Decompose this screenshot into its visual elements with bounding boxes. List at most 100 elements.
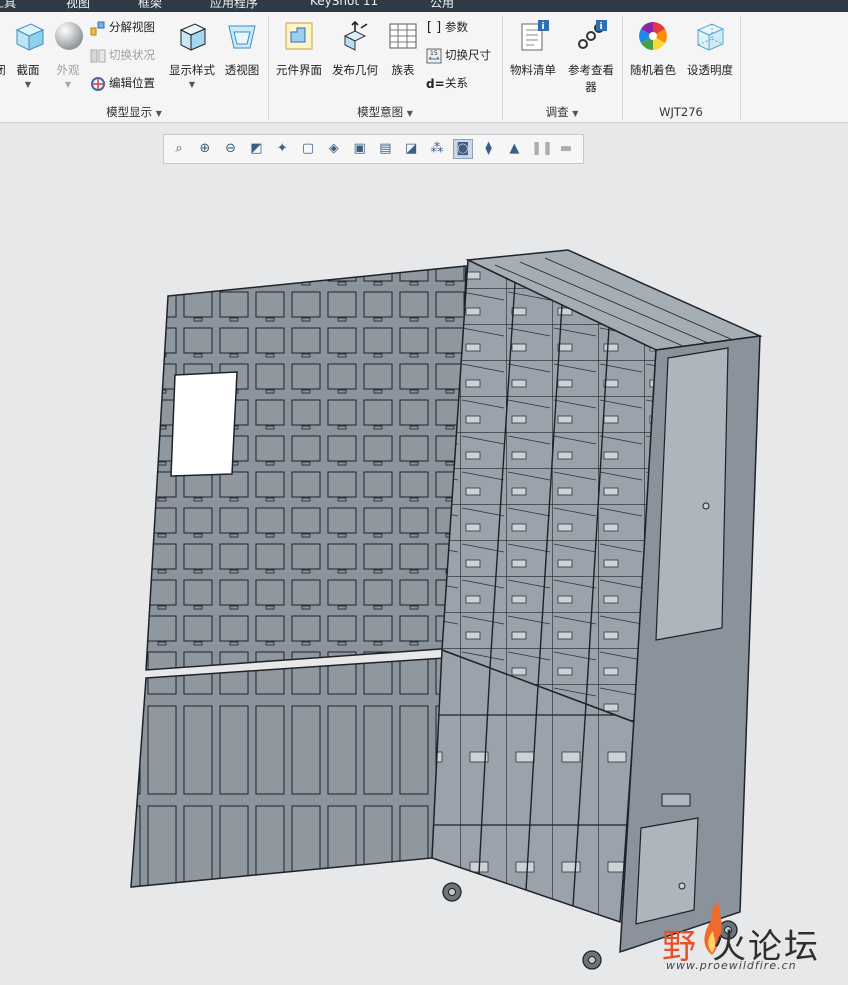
reference-viewer-label-line2: 器	[585, 80, 597, 94]
zoom-out-icon[interactable]: ⊖	[222, 140, 240, 158]
tab-tools[interactable]: 工具	[0, 0, 16, 11]
reference-viewer-icon: i	[578, 20, 607, 49]
lower-door-panel	[130, 657, 445, 888]
appearance-sphere-icon	[55, 22, 83, 50]
component-interface-button[interactable]: 元件界面	[272, 18, 326, 96]
set-transparency-button[interactable]: 设透明度	[682, 18, 738, 96]
appearance-icon[interactable]: ▲	[505, 140, 523, 158]
random-color-icon	[639, 22, 667, 50]
investigate-group-label[interactable]: 调查 ▼	[502, 104, 622, 120]
toggle-state-label: 切换状况	[109, 48, 155, 62]
relations-label: 关系	[445, 76, 468, 90]
spin-center-icon[interactable]: ✦	[273, 140, 291, 158]
parameters-button[interactable]: [ ] 参数	[426, 17, 468, 37]
explode-view-icon	[90, 21, 105, 35]
family-table-button[interactable]: 族表	[384, 18, 422, 96]
switch-dimensions-button[interactable]: 15 切换尺寸	[426, 45, 491, 65]
connections-icon[interactable]: ⧫	[480, 140, 498, 158]
hatch-lock	[678, 882, 686, 890]
model-display-group-text: 模型显示	[106, 105, 153, 119]
group-separator	[740, 16, 741, 120]
perspective-button[interactable]: 透视图	[222, 18, 262, 96]
set-transparency-label: 设透明度	[687, 63, 733, 77]
pause-icon[interactable]: ❚❚	[531, 140, 553, 158]
display-style-icon[interactable]: ▣	[351, 140, 369, 158]
spin-icon[interactable]: ◙	[452, 139, 473, 159]
named-views-icon[interactable]: ▢	[299, 140, 317, 158]
tab-public[interactable]: 公用	[430, 0, 454, 11]
model-viewport[interactable]	[0, 166, 848, 985]
appearance-label: 外观	[56, 63, 80, 77]
display-style-button[interactable]: 显示样式 ▼	[166, 18, 218, 96]
bom-button[interactable]: i 物料清单	[506, 18, 560, 96]
graphics-toolbar: ⌕ ⊕ ⊖ ◩ ✦ ▢ ◈ ▣ ▤ ◪ ⁂ ◙ ⧫ ▲ ❚❚ ▬	[163, 134, 584, 164]
explode-view-button[interactable]: 分解视图	[90, 17, 155, 37]
tab-applications[interactable]: 应用程序	[210, 0, 258, 11]
reference-viewer-button[interactable]: i 参考查看 器	[562, 18, 620, 102]
transparency-cube-icon	[696, 23, 725, 51]
model-intent-group-label[interactable]: 模型意图 ▼	[268, 104, 502, 120]
section-label: 截面	[16, 63, 40, 77]
ribbon-tab-bar: 工具 视图 框架 应用程序 KeyShot 11 公用	[0, 0, 848, 12]
model-intent-group-caret-icon: ▼	[406, 109, 413, 118]
switch-dimensions-label: 切换尺寸	[445, 48, 491, 62]
zoom-fit-icon[interactable]: ⌕	[170, 140, 188, 158]
appearance-dropdown-icon[interactable]: ▼	[50, 80, 86, 89]
investigate-group-text: 调查	[545, 105, 569, 119]
model-display-group-label[interactable]: 模型显示 ▼	[0, 104, 268, 120]
publish-geometry-icon	[343, 20, 368, 51]
tab-keyshot[interactable]: KeyShot 11	[310, 0, 378, 8]
wjt276-group-label[interactable]: WJT276	[622, 104, 740, 120]
publish-geometry-button[interactable]: 发布几何	[328, 18, 382, 96]
tab-frame[interactable]: 框架	[138, 0, 162, 11]
caster-hub	[448, 888, 456, 896]
door-window-opening	[170, 371, 238, 477]
zoom-in-icon[interactable]: ⊕	[196, 140, 214, 158]
display-style-icon	[179, 23, 207, 51]
cutoff-button[interactable]: 闭	[0, 18, 8, 88]
view-manager-icon[interactable]: ◈	[325, 140, 343, 158]
tab-view[interactable]: 视图	[66, 0, 90, 11]
relations-button[interactable]: d=关系	[426, 73, 468, 93]
reference-viewer-label: 参考查看	[568, 63, 614, 77]
section-icon	[15, 23, 45, 51]
switch-dimensions-icon: 15	[426, 48, 442, 63]
component-interface-label: 元件界面	[276, 63, 322, 77]
investigate-group-caret-icon: ▼	[572, 109, 579, 118]
explode-view-label: 分解视图	[109, 20, 155, 34]
model-display-group-caret-icon: ▼	[155, 109, 162, 118]
random-color-label: 随机着色	[630, 63, 676, 77]
datum-display-icon[interactable]: ⁂	[428, 140, 446, 158]
ribbon: 闭 截面 ▼ 外观 ▼ 分解视图 切换状况 编辑位置 显示样式 ▼	[0, 12, 848, 123]
side-access-door	[655, 347, 729, 641]
saved-orientations-icon[interactable]: ▤	[376, 140, 394, 158]
relations-icon: d=	[426, 76, 445, 91]
svg-text:i: i	[600, 22, 603, 32]
edit-position-button[interactable]: 编辑位置	[90, 73, 155, 93]
perspective-icon	[228, 25, 256, 49]
perspective-label: 透视图	[224, 63, 260, 77]
tool-icon[interactable]: ▬	[557, 140, 575, 158]
component-interface-icon	[285, 22, 313, 50]
annotation-display-icon[interactable]: ◪	[402, 140, 420, 158]
family-table-label: 族表	[391, 63, 415, 77]
side-door-lock	[702, 502, 710, 510]
edit-position-icon	[91, 76, 105, 91]
section-dropdown-icon[interactable]: ▼	[10, 80, 46, 89]
bom-icon: i	[521, 20, 549, 51]
repaint-icon[interactable]: ◩	[247, 140, 265, 158]
section-button[interactable]: 截面 ▼	[10, 18, 46, 96]
caster-hub	[588, 956, 596, 964]
bom-label: 物料清单	[510, 63, 556, 77]
toggle-state-button[interactable]: 切换状况	[90, 45, 155, 65]
toggle-state-icon	[90, 49, 106, 62]
cutoff-label: 闭	[0, 62, 8, 78]
model-intent-group-text: 模型意图	[357, 105, 404, 119]
parameters-label: 参数	[445, 20, 468, 34]
parameters-icon: [ ]	[426, 19, 442, 35]
appearance-button[interactable]: 外观 ▼	[50, 18, 86, 96]
display-style-dropdown-icon[interactable]: ▼	[166, 80, 218, 89]
random-color-button[interactable]: 随机着色	[626, 18, 680, 96]
display-style-label: 显示样式	[169, 63, 215, 77]
watermark-url: www.proewildfire.cn	[666, 959, 797, 972]
